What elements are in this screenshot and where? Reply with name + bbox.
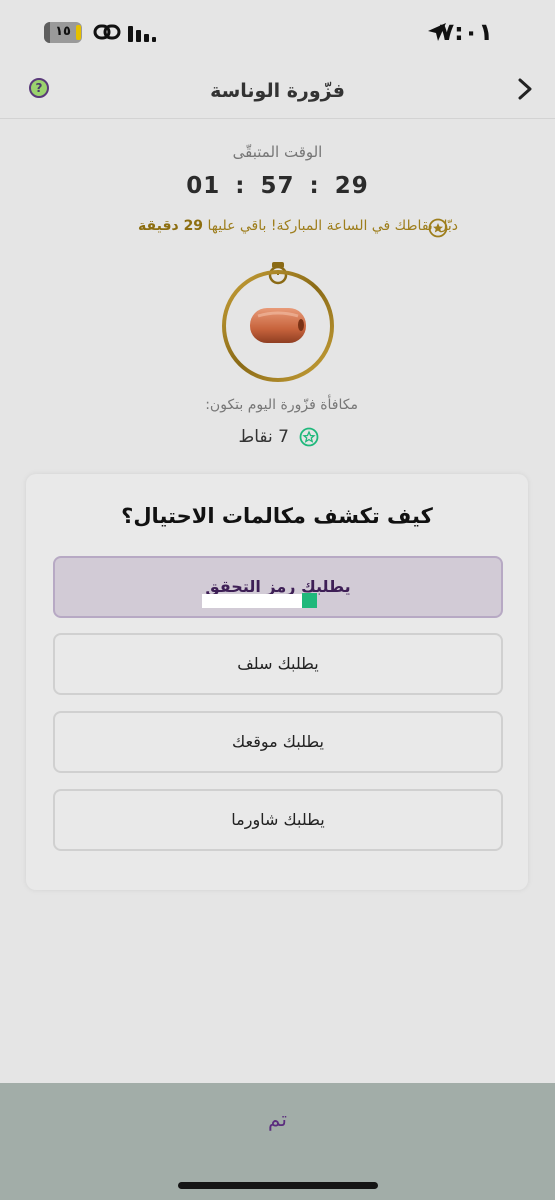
- status-time: ٧:٠١: [439, 18, 493, 46]
- stopwatch-date-icon: [222, 262, 334, 382]
- signal-icon: [128, 26, 156, 42]
- location-arrow-icon: [428, 23, 446, 41]
- countdown-timer: 01 : 57 : 29: [186, 173, 369, 199]
- link-icon: [93, 24, 121, 40]
- remaining-time-label: الوقت المتبقّى: [232, 143, 323, 161]
- answer-option-3[interactable]: يطلبك موقعك: [53, 711, 503, 773]
- home-indicator: [178, 1182, 378, 1189]
- done-button[interactable]: تم: [0, 1107, 555, 1131]
- chevron-right-icon[interactable]: [517, 77, 533, 101]
- question-text: كيف تكشف مكالمات الاحتيال؟: [121, 504, 433, 528]
- page-title: فزّورة الوناسة: [210, 80, 345, 102]
- promo-highlight: 29 دقيقة: [138, 218, 204, 234]
- reward-value: 7 نقاط: [238, 427, 289, 447]
- star-badge-icon: [299, 427, 319, 447]
- battery-tip: [76, 25, 81, 40]
- answer-option-1[interactable]: يطلبك رمز التحقق: [53, 556, 503, 618]
- promo-text: دبّل نقاطك في الساعة المباركة! باقي عليه…: [138, 218, 458, 234]
- question-icon[interactable]: ?: [29, 78, 49, 98]
- answer-option-4[interactable]: يطلبك شاورما: [53, 789, 503, 851]
- cursor-marker: [302, 593, 317, 608]
- reward-label: مكافأة فزّورة اليوم بتكون:: [205, 397, 358, 413]
- redaction-bar: [202, 594, 302, 608]
- answer-option-2[interactable]: يطلبك سلف: [53, 633, 503, 695]
- star-badge-icon: [428, 218, 448, 238]
- promo-text-main: دبّل نقاطك في الساعة المباركة! باقي عليه…: [203, 218, 458, 234]
